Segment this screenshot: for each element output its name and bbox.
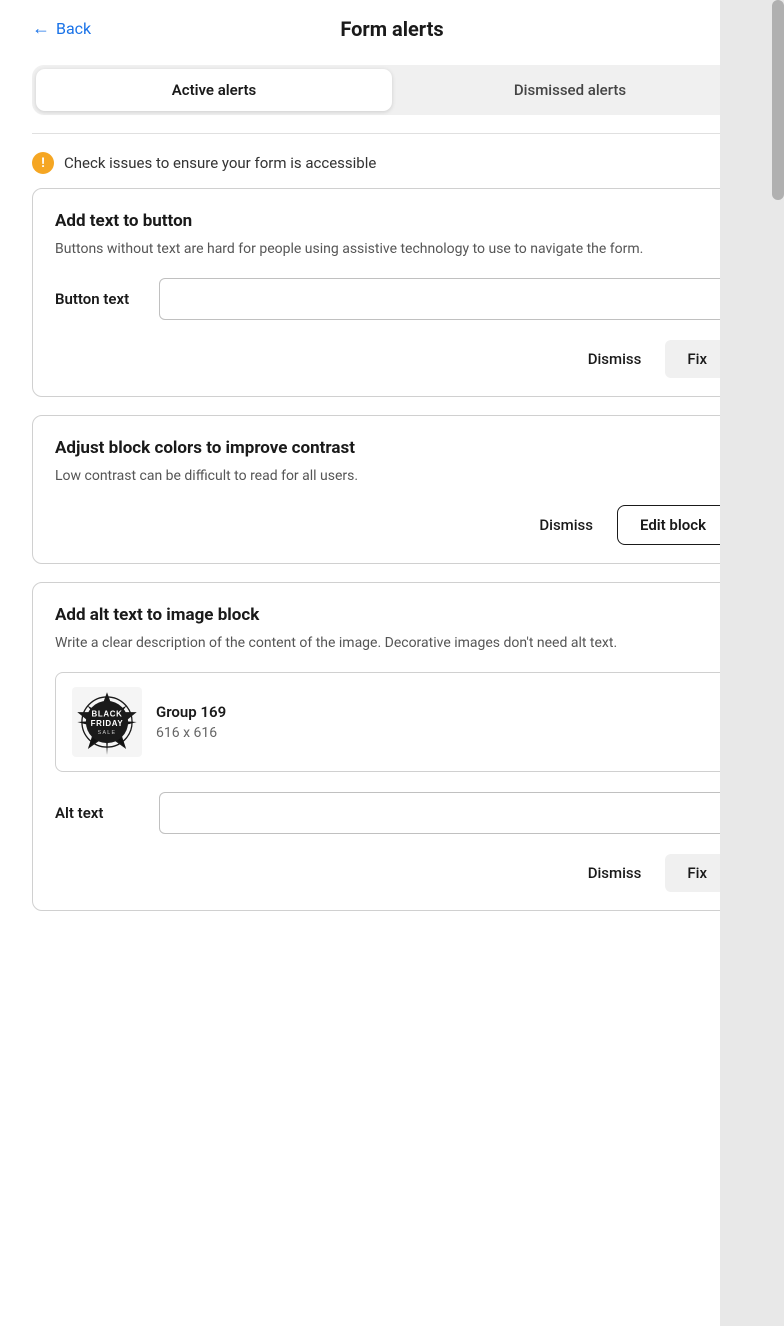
alert-card-adjust-block-colors: Adjust block colors to improve contrast …	[32, 415, 752, 564]
svg-text:SALE: SALE	[98, 730, 117, 736]
alert-card-add-alt-text: Add alt text to image block Write a clea…	[32, 582, 752, 911]
section-header: ! Check issues to ensure your form is ac…	[32, 134, 752, 188]
alert-title-1: Add text to button	[55, 211, 729, 231]
section-header-left: ! Check issues to ensure your form is ac…	[32, 152, 376, 174]
image-item: BLACK FRIDAY SALE Group 169 616 x 616	[55, 672, 729, 772]
alt-text-label: Alt text	[55, 804, 145, 822]
alert-desc-2: Low contrast can be difficult to read fo…	[55, 466, 729, 487]
black-friday-image: BLACK FRIDAY SALE	[74, 689, 140, 755]
alert-3-actions: Dismiss Fix	[55, 854, 729, 892]
page-title: Form alerts	[340, 17, 443, 41]
image-dimensions: 616 x 616	[156, 725, 226, 741]
alert-1-actions: Dismiss Fix	[55, 340, 729, 378]
image-thumbnail: BLACK FRIDAY SALE	[72, 687, 142, 757]
alert-card-add-text-to-button: Add text to button Buttons without text …	[32, 188, 752, 397]
svg-text:FRIDAY: FRIDAY	[91, 719, 124, 728]
back-button[interactable]: ← Back	[32, 18, 91, 39]
image-info: Group 169 616 x 616	[156, 703, 226, 741]
button-text-field-row: Button text	[55, 278, 729, 320]
tab-switcher: Active alerts Dismissed alerts	[32, 65, 752, 115]
tab-active-alerts[interactable]: Active alerts	[36, 69, 392, 111]
page-header: ← Back Form alerts	[32, 0, 752, 57]
alt-text-field-row: Alt text	[55, 792, 729, 834]
alert-3-dismiss-button[interactable]: Dismiss	[578, 856, 652, 890]
image-name: Group 169	[156, 703, 226, 721]
alert-1-dismiss-button[interactable]: Dismiss	[578, 342, 652, 376]
button-text-input[interactable]	[159, 278, 729, 320]
back-label: Back	[56, 19, 91, 38]
alert-title-3: Add alt text to image block	[55, 605, 729, 625]
svg-text:BLACK: BLACK	[92, 710, 123, 719]
warning-icon: !	[32, 152, 54, 174]
button-text-label: Button text	[55, 290, 145, 308]
alt-text-input[interactable]	[159, 792, 729, 834]
alert-title-2: Adjust block colors to improve contrast	[55, 438, 729, 458]
alert-2-actions: Dismiss Edit block	[55, 505, 729, 545]
section-header-text: Check issues to ensure your form is acce…	[64, 154, 376, 172]
alert-desc-3: Write a clear description of the content…	[55, 633, 729, 654]
alert-2-dismiss-button[interactable]: Dismiss	[529, 508, 603, 542]
alert-desc-1: Buttons without text are hard for people…	[55, 239, 729, 260]
back-arrow-icon: ←	[32, 18, 50, 39]
tab-dismissed-alerts[interactable]: Dismissed alerts	[392, 69, 748, 111]
alert-2-edit-block-button[interactable]: Edit block	[617, 505, 729, 545]
